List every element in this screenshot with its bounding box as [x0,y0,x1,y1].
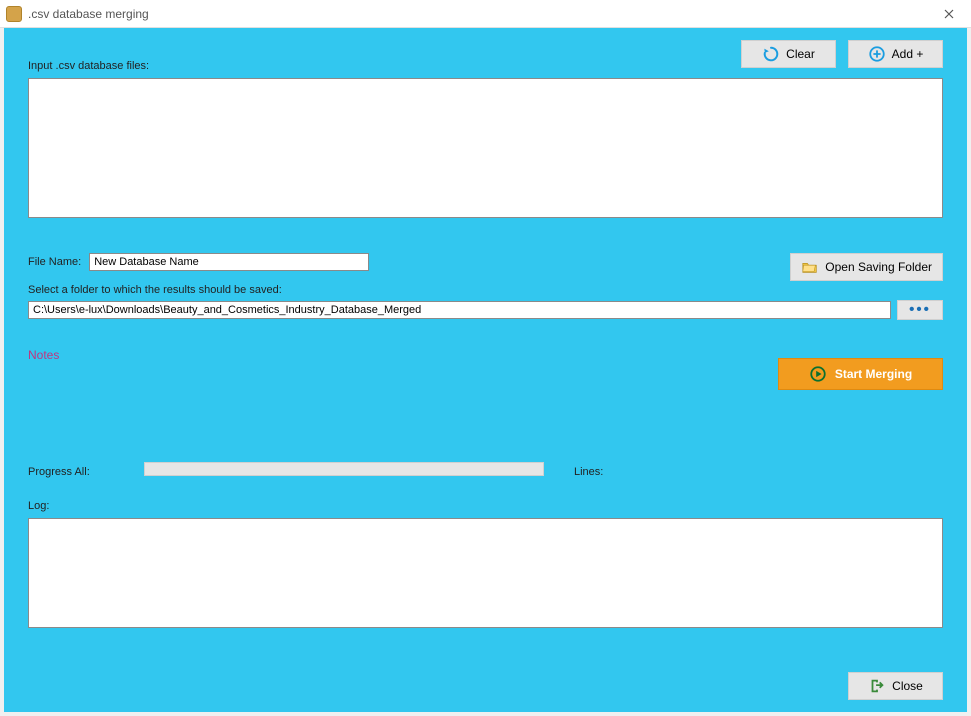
start-merging-button[interactable]: Start Merging [778,358,943,390]
input-files-label: Input .csv database files: [28,60,149,72]
log-textarea[interactable] [28,518,943,628]
clear-button-label: Clear [786,47,815,61]
close-icon [944,9,954,19]
close-button-label: Close [892,679,923,693]
close-button[interactable]: Close [848,672,943,700]
add-button-label: Add + [892,47,924,61]
main-panel: Clear Add + Input .csv database files: F… [4,28,967,712]
ellipsis-icon: ••• [909,306,931,314]
play-circle-icon [809,365,827,383]
add-button[interactable]: Add + [848,40,943,68]
titlebar: .csv database merging [0,0,971,28]
file-name-input[interactable] [89,253,369,271]
clear-button[interactable]: Clear [741,40,836,68]
progress-all-bar [144,462,544,476]
start-merging-label: Start Merging [835,367,912,381]
browse-folder-button[interactable]: ••• [897,300,943,320]
lines-label: Lines: [574,466,603,478]
folder-open-icon [801,258,819,276]
folder-path-input[interactable] [28,301,891,319]
input-files-list[interactable] [28,78,943,218]
progress-all-label: Progress All: [28,466,90,478]
file-name-label: File Name: [28,256,81,268]
log-label: Log: [28,500,49,512]
window-close-button[interactable] [926,0,971,28]
exit-icon [868,677,886,695]
window-title: .csv database merging [28,7,149,21]
notes-label: Notes [28,348,59,362]
app-icon [6,6,22,22]
select-folder-label: Select a folder to which the results sho… [28,284,282,296]
undo-icon [762,45,780,63]
open-saving-folder-button[interactable]: Open Saving Folder [790,253,943,281]
plus-circle-icon [868,45,886,63]
open-saving-folder-label: Open Saving Folder [825,260,932,274]
